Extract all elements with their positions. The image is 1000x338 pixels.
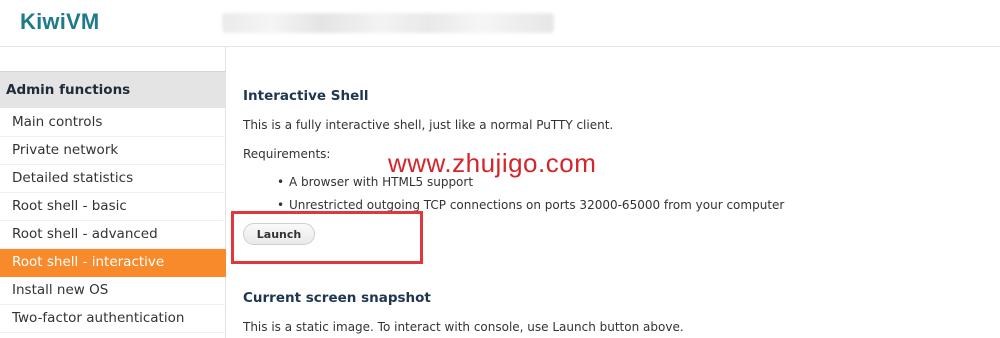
sidebar-heading-label: Admin functions [6, 82, 131, 98]
sidebar-item-two-factor-authentication[interactable]: Two-factor authentication [0, 305, 226, 333]
sidebar-item-label: Install new OS [12, 282, 109, 298]
top-bar: KiwiVM [0, 0, 1000, 47]
sidebar-item-private-network[interactable]: Private network [0, 137, 226, 165]
section-title-interactive-shell: Interactive Shell [243, 88, 369, 104]
shell-description: This is a fully interactive shell, just … [243, 118, 614, 132]
sidebar-item-label: Private network [12, 142, 119, 158]
sidebar-item-label: Two-factor authentication [12, 310, 185, 326]
sidebar-item-root-shell-basic[interactable]: Root shell - basic [0, 193, 226, 221]
app-logo[interactable]: KiwiVM [20, 9, 99, 35]
section-title-screen-snapshot: Current screen snapshot [243, 290, 431, 306]
sidebar-item-label: Root shell - basic [12, 198, 127, 214]
sidebar-item-detailed-statistics[interactable]: Detailed statistics [0, 165, 226, 193]
sidebar-item-main-controls[interactable]: Main controls [0, 109, 226, 137]
watermark: www.zhujigo.com [388, 148, 597, 178]
blurred-account-info [222, 13, 554, 33]
sidebar-item-install-new-os[interactable]: Install new OS [0, 277, 226, 305]
sidebar-item-label: Root shell - interactive [12, 254, 165, 270]
sidebar-item-root-shell-interactive[interactable]: Root shell - interactive [0, 249, 226, 277]
sidebar-item-label: Detailed statistics [12, 170, 134, 186]
requirement-text: Unrestricted outgoing TCP connections on… [289, 198, 785, 212]
highlight-box [231, 211, 423, 264]
sidebar-item-label: Main controls [12, 114, 103, 130]
sidebar-heading: Admin functions [0, 71, 226, 108]
sidebar-item-root-shell-advanced[interactable]: Root shell - advanced [0, 221, 226, 249]
requirements-label: Requirements: [243, 147, 331, 161]
sidebar-item-label: Root shell - advanced [12, 226, 158, 242]
snapshot-description: This is a static image. To interact with… [243, 320, 684, 334]
sidebar: Admin functions Main controls Private ne… [0, 47, 226, 338]
bullet-icon: • [277, 175, 285, 189]
bullet-icon: • [277, 198, 285, 212]
